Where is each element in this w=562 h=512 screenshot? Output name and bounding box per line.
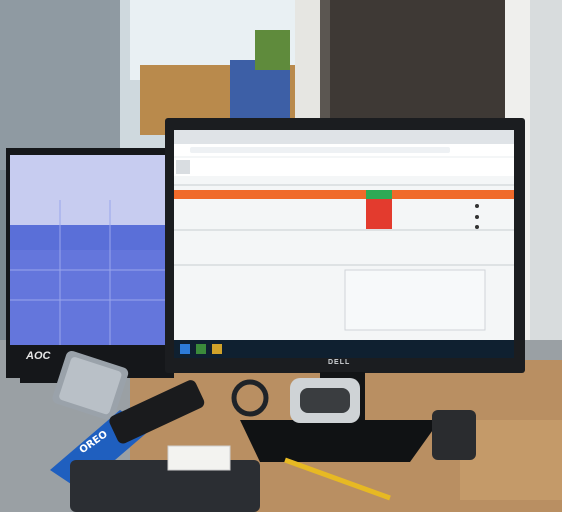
- office-desk-photo: AOC DELL OREO: [0, 0, 562, 512]
- left-monitor: [6, 148, 174, 383]
- left-monitor-brand: AOC: [26, 350, 51, 362]
- right-monitor-brand: DELL: [328, 359, 351, 366]
